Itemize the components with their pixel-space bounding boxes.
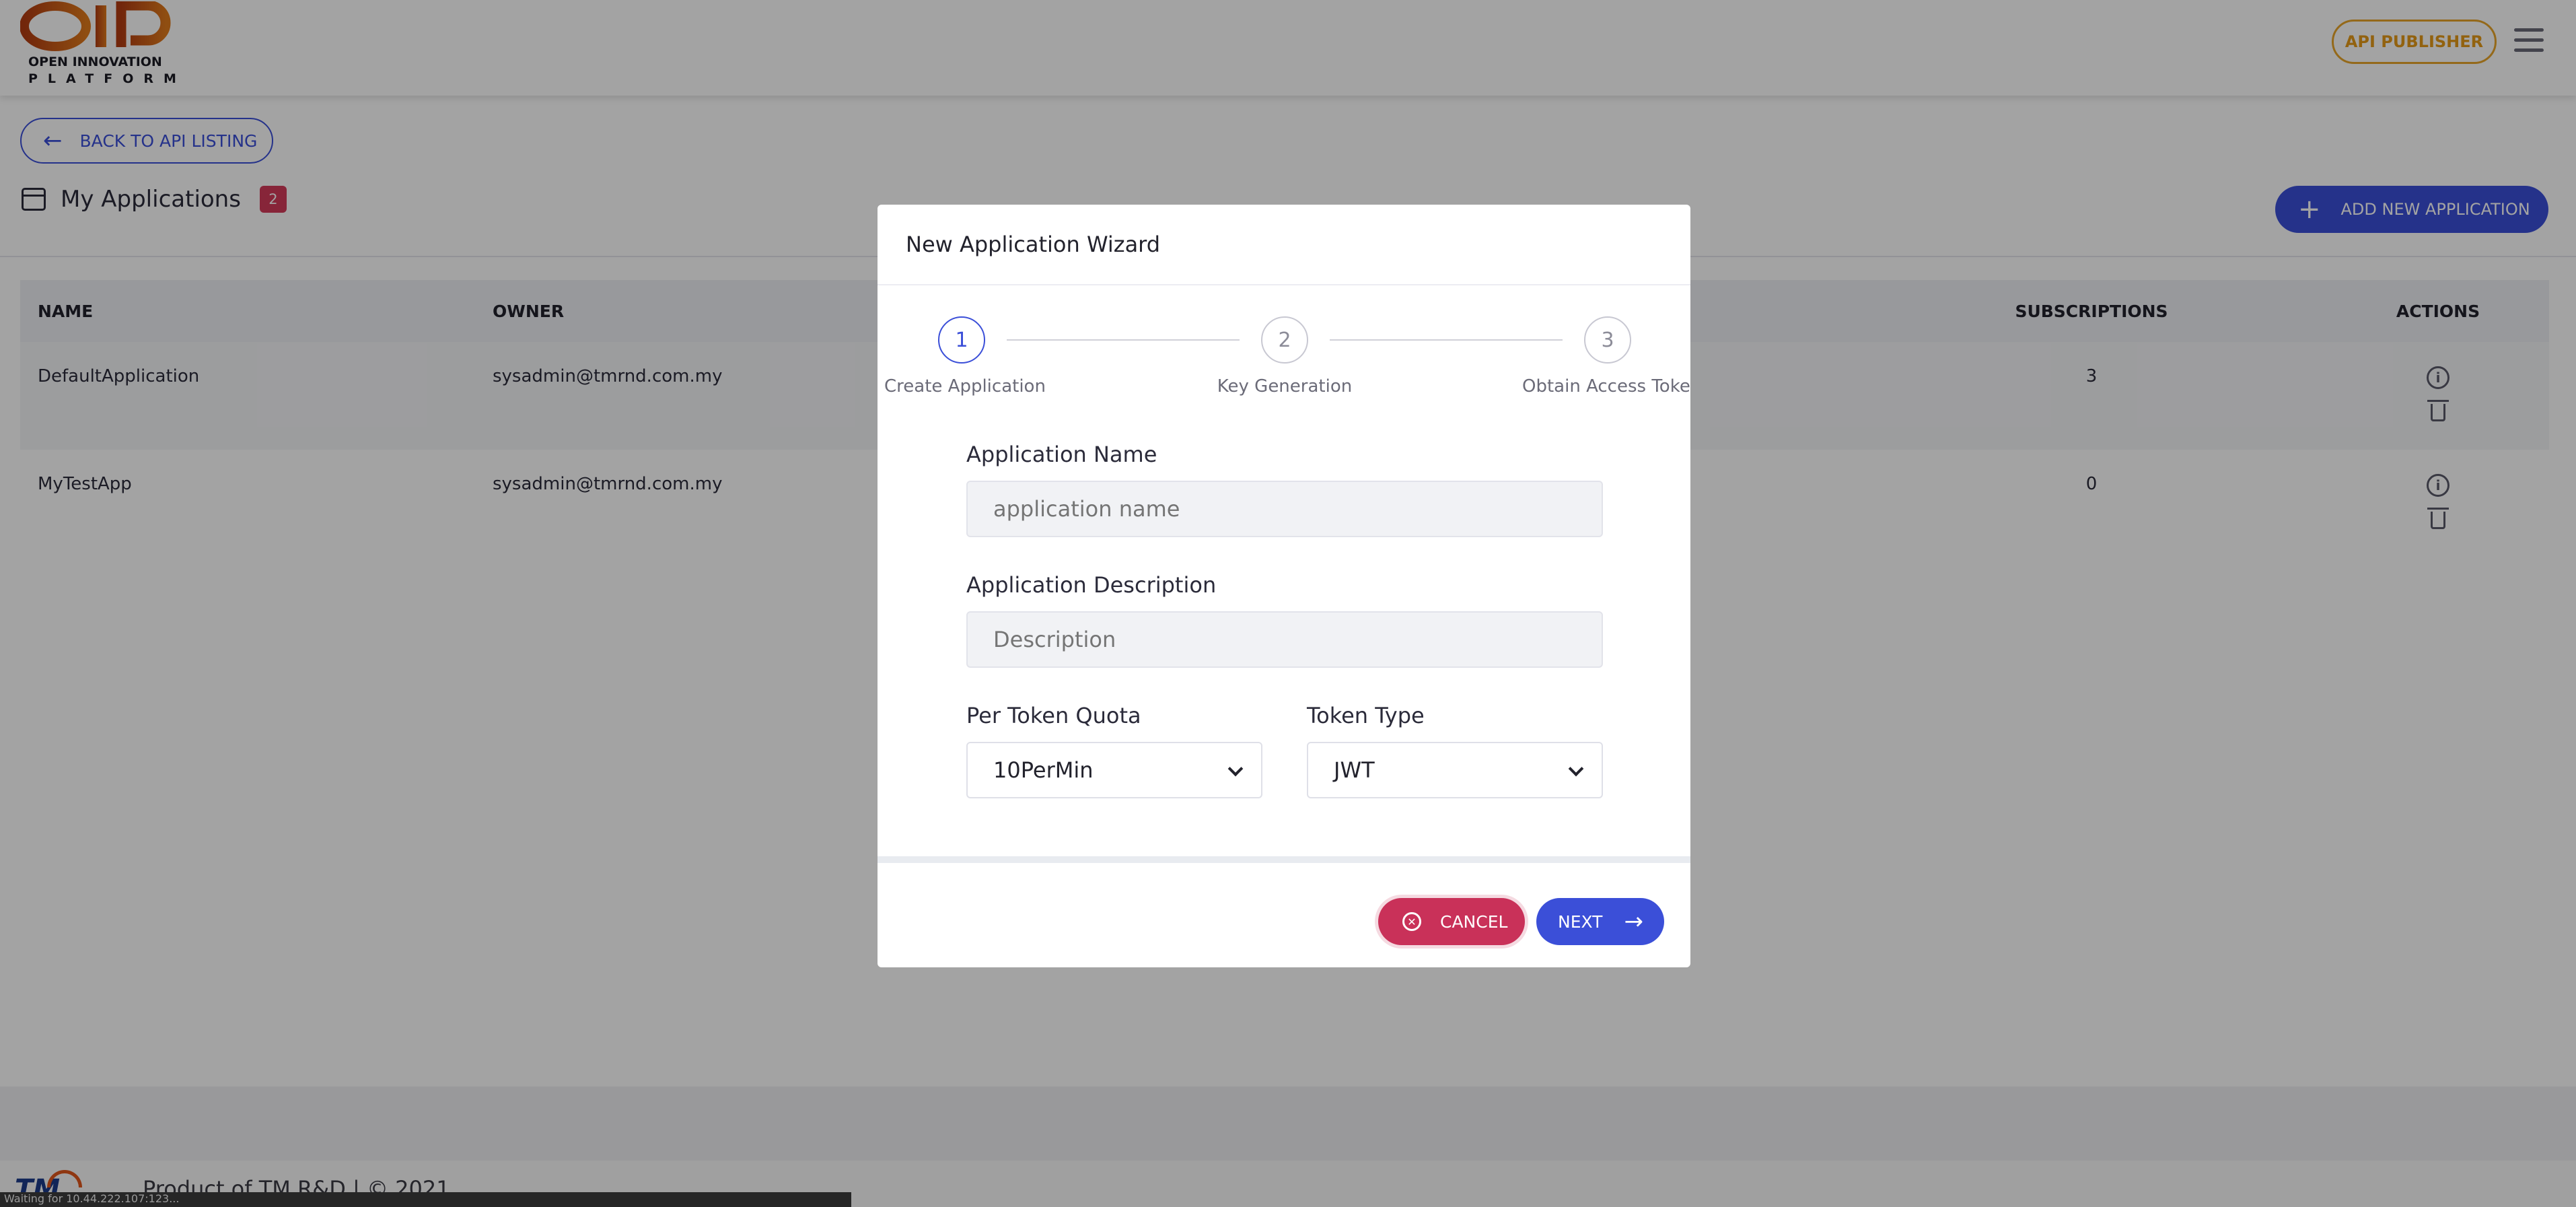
token-type-label: Token Type: [1307, 703, 1425, 728]
step-3-label: Obtain Access Token: [1522, 376, 1690, 396]
arrow-right-icon: →: [1624, 908, 1643, 935]
cancel-button[interactable]: ✕ CANCEL: [1378, 898, 1525, 945]
chevron-down-icon: [1568, 761, 1584, 777]
step-2-indicator: 2: [1261, 316, 1308, 364]
application-name-label: Application Name: [966, 442, 1157, 467]
step-1-indicator: 1: [938, 316, 985, 364]
cancel-button-label: CANCEL: [1440, 911, 1508, 932]
step-2-label: Key Generation: [1217, 376, 1353, 396]
dialog-header-divider: [878, 284, 1690, 285]
new-application-wizard-dialog: New Application Wizard 1 2 3 Create Appl…: [878, 205, 1690, 967]
chevron-down-icon: [1227, 761, 1244, 777]
application-description-label: Application Description: [966, 572, 1217, 598]
step-3-indicator: 3: [1584, 316, 1631, 364]
stepper-connector: [1330, 339, 1563, 341]
application-name-input[interactable]: [966, 481, 1603, 537]
dialog-title: New Application Wizard: [906, 232, 1161, 257]
token-type-value: JWT: [1334, 757, 1375, 783]
per-token-quota-value: 10PerMin: [993, 757, 1094, 783]
step-1-label: Create Application: [884, 376, 1046, 396]
stepper-connector: [1007, 339, 1240, 341]
next-button-label: NEXT: [1558, 911, 1603, 932]
close-circle-icon: ✕: [1402, 912, 1421, 931]
application-description-input[interactable]: [966, 611, 1603, 668]
per-token-quota-select[interactable]: 10PerMin: [966, 742, 1262, 798]
next-button[interactable]: NEXT →: [1536, 898, 1664, 945]
per-token-quota-label: Per Token Quota: [966, 703, 1141, 728]
token-type-select[interactable]: JWT: [1307, 742, 1603, 798]
dialog-footer-divider: [878, 856, 1690, 863]
